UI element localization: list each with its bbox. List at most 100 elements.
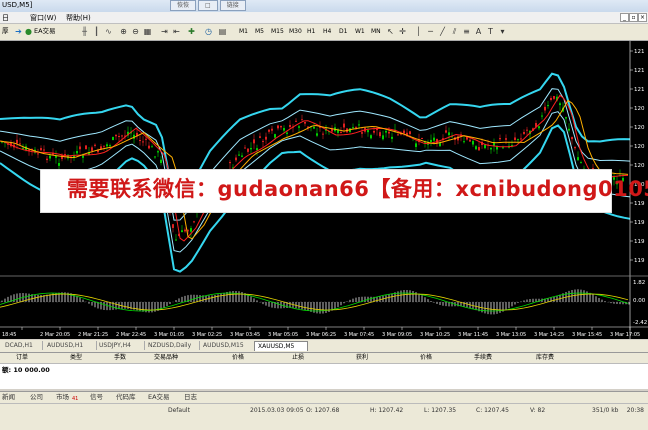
indicator-label: 1.82 [633, 280, 645, 286]
candle-body [250, 147, 252, 150]
chart-tab-dcad[interactable]: DCAD,H1 [2, 341, 43, 350]
window-icon-button[interactable]: □ [198, 0, 218, 11]
fibonacci-icon[interactable]: ≡ [462, 27, 471, 36]
timeframe-m30[interactable]: M30 [288, 27, 303, 36]
timeframe-w1[interactable]: W1 [354, 27, 366, 36]
tab-experts[interactable]: EA交易 [148, 393, 170, 402]
candle-body [190, 228, 192, 232]
menu-help[interactable]: 帮助(H) [66, 13, 91, 23]
close-icon[interactable]: × [638, 13, 647, 22]
candle-body [103, 145, 105, 147]
candle-body [157, 151, 159, 153]
label-icon[interactable]: T [486, 27, 495, 36]
timeframe-m5[interactable]: M5 [254, 27, 265, 36]
timeframe-d1[interactable]: D1 [338, 27, 348, 36]
periods-icon[interactable]: ◷ [204, 27, 213, 36]
candle-body [16, 139, 18, 144]
tab-codebase[interactable]: 代码库 [116, 393, 136, 402]
tab-signals[interactable]: 信号 [90, 393, 103, 402]
tab-journal[interactable]: 日志 [184, 393, 197, 402]
autoscroll-icon[interactable]: ⇥ [160, 27, 169, 36]
timeframe-h4[interactable]: H4 [322, 27, 332, 36]
col-swap[interactable]: 库存费 [536, 354, 554, 362]
time-label: 3 Mar 07:45 [344, 332, 374, 338]
menu-window[interactable]: 窗口(W) [30, 13, 56, 23]
col-price[interactable]: 价格 [232, 354, 244, 362]
tab-market[interactable]: 市场 [56, 393, 69, 402]
candle-icon[interactable]: ┃ [92, 27, 101, 36]
chart-tab-nzdusd[interactable]: NZDUSD,Daily [145, 341, 200, 350]
candle-body [58, 163, 60, 166]
candle-body [280, 125, 282, 128]
candle-body [340, 132, 342, 134]
indicators-icon[interactable]: ✚ [187, 27, 196, 36]
time-label: 3 Mar 15:45 [572, 332, 602, 338]
col-tp[interactable]: 获利 [356, 354, 368, 362]
grid-icon[interactable]: ▦ [143, 27, 152, 36]
price-label: 121 [634, 87, 645, 93]
candle-body [259, 136, 261, 138]
minimize-icon[interactable]: _ [620, 13, 629, 22]
restore-button[interactable]: 恢恢 [170, 0, 197, 11]
zoom-in-icon[interactable]: ⊕ [119, 27, 128, 36]
candle-body [112, 136, 114, 141]
shapes-icon[interactable]: ▾ [498, 27, 507, 36]
col-commission[interactable]: 手续费 [474, 354, 492, 362]
candle-body [235, 157, 237, 161]
status-datetime: 2015.03.03 09:05 [250, 407, 304, 414]
col-symbol[interactable]: 交易品种 [154, 354, 178, 362]
candle-body [295, 120, 297, 122]
chart-tab-audusd-m15[interactable]: AUDUSD,M15 [200, 341, 255, 350]
timeframe-mn[interactable]: MN [370, 27, 382, 36]
ea-button[interactable]: EA交易 [34, 26, 56, 37]
restore-icon[interactable]: ▫ [629, 13, 638, 22]
candle-body [397, 134, 399, 136]
chart-tab-audusd-h1[interactable]: AUDUSD,H1 [44, 341, 97, 350]
candle-body [430, 139, 432, 142]
candle-body [286, 132, 288, 134]
col-order[interactable]: 订单 [16, 354, 28, 362]
col-sl[interactable]: 止损 [292, 354, 304, 362]
candle-body [256, 148, 258, 151]
crosshair-icon[interactable]: ✛ [398, 27, 407, 36]
channel-icon[interactable]: ⫽ [450, 27, 459, 36]
candle-body [517, 139, 519, 141]
chart-tab-usdjpy[interactable]: USDJPY,H4 [96, 341, 145, 350]
candle-body [19, 143, 21, 145]
col-lots[interactable]: 手数 [114, 354, 126, 362]
menu-view[interactable]: 日 [2, 13, 9, 23]
candle-body [373, 130, 375, 133]
candle-body [352, 127, 354, 129]
price-chart[interactable]: 121 121 121 120 120 120 120 120 119 119 119 119 1.8… [0, 41, 648, 339]
candle-body [43, 149, 45, 151]
time-label: 2 Mar 22:45 [116, 332, 146, 338]
cursor-icon[interactable]: ↖ [386, 27, 395, 36]
chart-tab-xauusd[interactable]: XAUUSD,M5 [254, 341, 308, 351]
timeframe-m15[interactable]: M15 [270, 27, 285, 36]
price-label: 120 [634, 163, 645, 169]
vertical-line-icon[interactable]: │ [414, 27, 423, 36]
chart-shift-icon[interactable]: ⇤ [172, 27, 181, 36]
candle-body [538, 126, 540, 129]
link-button[interactable]: 链接 [219, 0, 246, 11]
toolbar-account[interactable]: 厚 [2, 26, 9, 37]
templates-icon[interactable]: ▤ [218, 27, 227, 36]
arrow-icon[interactable]: ➔ [14, 27, 23, 36]
tab-company[interactable]: 公司 [30, 393, 43, 402]
horizontal-line-icon[interactable]: ─ [426, 27, 435, 36]
tab-news[interactable]: 新闻 [2, 393, 15, 402]
candle-body [154, 156, 156, 158]
col-price2[interactable]: 价格 [420, 354, 432, 362]
line-chart-icon[interactable]: ∿ [104, 27, 113, 36]
timeframe-h1[interactable]: H1 [306, 27, 316, 36]
candle-body [277, 125, 279, 129]
candle-body [76, 151, 78, 154]
trendline-icon[interactable]: ╱ [438, 27, 447, 36]
text-icon[interactable]: A [474, 27, 483, 36]
ea-icon[interactable]: ● [24, 27, 33, 36]
timeframe-m1[interactable]: M1 [238, 27, 249, 36]
bar-chart-icon[interactable]: ╫ [80, 27, 89, 36]
zoom-out-icon[interactable]: ⊖ [131, 27, 140, 36]
status-open: O: 1207.68 [306, 407, 340, 414]
col-type[interactable]: 类型 [70, 354, 82, 362]
